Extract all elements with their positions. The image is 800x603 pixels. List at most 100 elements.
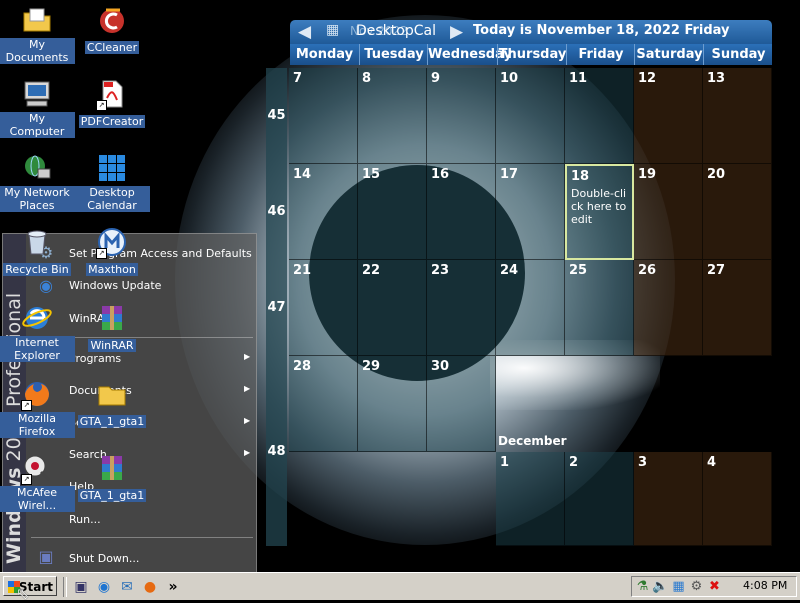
week-number: 48 <box>267 444 286 459</box>
day-cell[interactable]: 27 <box>703 260 772 356</box>
next-month-label: December <box>498 434 567 448</box>
week-number: 47 <box>267 300 286 315</box>
winrar-archive-icon <box>102 306 122 330</box>
day-cell[interactable]: 7 <box>289 68 358 164</box>
day-cell[interactable]: 14 <box>289 164 358 260</box>
menu-item-windows-update[interactable]: Windows Update <box>69 279 161 292</box>
menu-item-shut-down[interactable]: Shut Down... <box>69 552 139 565</box>
desktop-icon-mcafee[interactable]: ↗ McAfee Wirel... <box>0 452 75 513</box>
today-day-cell[interactable]: 18 Double-click here to edit <box>565 164 634 260</box>
desktop-icon-label: My Network Places <box>0 186 75 212</box>
desktop[interactable]: ◀ ▦ Nov 2022 DesktopCal ▶ Today is Novem… <box>0 0 800 572</box>
shortcut-arrow-icon: ↗ <box>21 474 32 485</box>
mouse-cursor-icon: ⬁ <box>16 584 30 603</box>
taskbar-separator <box>63 577 67 597</box>
calendar-grid-app-icon <box>99 155 125 181</box>
desktop-icon-label: My Documents <box>0 38 75 64</box>
desktop-icon-label: GTA_1_gta1 <box>77 415 147 428</box>
desktop-icon-my-network-places[interactable]: My Network Places <box>0 152 75 213</box>
day-cell[interactable]: 29 <box>358 356 427 452</box>
day-cell[interactable]: 12 <box>634 68 703 164</box>
day-cell[interactable]: 9 <box>427 68 496 164</box>
desktop-icon-label: CCleaner <box>84 41 140 54</box>
weekday-saturday: Saturday <box>634 44 704 65</box>
folder-icon <box>23 8 51 32</box>
network-tray-icon[interactable]: ⚗ <box>634 578 651 595</box>
submenu-arrow-icon: ▶ <box>244 416 251 425</box>
next-month-arrow-icon[interactable]: ▶ <box>450 21 463 43</box>
day-cell[interactable]: 25 <box>565 260 634 356</box>
day-cell[interactable]: 30 <box>427 356 496 452</box>
desktop-icon-label: WinRAR <box>88 339 136 352</box>
desktop-icon-label: My Computer <box>0 112 75 138</box>
desktop-icon-my-computer[interactable]: My Computer <box>0 78 75 139</box>
shortcut-arrow-icon: ↗ <box>96 100 107 111</box>
desktop-icon-pdfcreator[interactable]: ↗ PDFCreator <box>74 78 150 129</box>
desktop-icon-label: Desktop Calendar <box>74 186 150 212</box>
day-cell[interactable]: 11 <box>565 68 634 164</box>
quicklaunch-more-chevron-icon[interactable]: » <box>164 578 182 596</box>
next-month-day-cell[interactable]: 4 <box>703 452 772 546</box>
start-button[interactable]: Start <box>3 576 57 596</box>
desktop-icon-my-documents[interactable]: My Documents <box>0 4 75 65</box>
menu-item-run[interactable]: Run... <box>69 513 101 526</box>
desktop-icon-desktop-calendar[interactable]: Desktop Calendar <box>74 152 150 213</box>
disconnected-network-icon[interactable]: ✖ <box>706 578 723 595</box>
desktop-icon-label: Internet Explorer <box>0 336 75 362</box>
desktop-icon-label: Mozilla Firefox <box>0 412 75 438</box>
weekday-header-row: Monday Tuesday Wednesday Thursday Friday… <box>290 44 772 65</box>
internet-explorer-icon <box>22 307 52 329</box>
desktop-icon-maxthon[interactable]: ↗ Maxthon <box>74 226 150 277</box>
day-cell[interactable]: 16 <box>427 164 496 260</box>
weekday-sunday: Sunday <box>703 44 773 65</box>
windows-update-icon: ◉ <box>39 276 53 295</box>
next-month-day-cell[interactable]: 1 <box>496 452 565 546</box>
weekday-tuesday: Tuesday <box>359 44 428 65</box>
weekday-thursday: Thursday <box>497 44 567 65</box>
desktop-icon-mozilla-firefox[interactable]: ↗ Mozilla Firefox <box>0 378 75 439</box>
calendar-grid-icon[interactable]: ▦ <box>326 22 339 38</box>
day-cell[interactable]: 10 <box>496 68 565 164</box>
desktop-icon-recycle-bin[interactable]: Recycle Bin <box>0 226 75 277</box>
internet-explorer-quicklaunch-icon[interactable]: ◉ <box>95 578 113 596</box>
day-cell[interactable]: 8 <box>358 68 427 164</box>
calendar-tray-icon[interactable]: ▦ <box>670 578 687 595</box>
next-month-day-cell[interactable]: 3 <box>634 452 703 546</box>
menu-item-programs[interactable]: Programs ▶ <box>69 352 250 365</box>
desktop-icon-gta-archive[interactable]: GTA_1_gta1 <box>74 452 150 503</box>
menu-item-programs-label: Programs <box>69 352 122 365</box>
day-cell[interactable]: 28 <box>289 356 358 452</box>
day-cell[interactable]: 13 <box>703 68 772 164</box>
edit-hint-text: Double-click here to edit <box>571 187 627 226</box>
show-desktop-icon[interactable]: ▣ <box>72 578 90 596</box>
computer-icon <box>24 81 50 107</box>
day-cell[interactable]: 20 <box>703 164 772 260</box>
next-month-day-cell[interactable]: 2 <box>565 452 634 546</box>
prev-month-arrow-icon[interactable]: ◀ <box>298 21 311 43</box>
volume-speaker-icon[interactable]: 🔈 <box>652 578 669 595</box>
day-cell[interactable]: 22 <box>358 260 427 356</box>
network-globe-icon <box>25 155 51 179</box>
folder-icon <box>98 386 126 406</box>
taskbar-clock[interactable]: 4:08 PM <box>743 579 787 592</box>
day-cell[interactable]: 21 <box>289 260 358 356</box>
desktop-icon-internet-explorer[interactable]: Internet Explorer <box>0 302 75 363</box>
desktop-icon-label: Maxthon <box>86 263 138 276</box>
day-cell[interactable]: 23 <box>427 260 496 356</box>
desktop-icon-label: PDFCreator <box>78 115 146 128</box>
desktop-icon-winrar[interactable]: WinRAR <box>74 302 150 353</box>
desktop-icon-ccleaner[interactable]: CCleaner <box>74 4 150 55</box>
desktop-icon-gta-folder[interactable]: GTA_1_gta1 <box>74 378 150 429</box>
taskbar: Start ▣ ◉ ✉ ● » ⚗ 🔈 ▦ ⚙ ✖ 4:08 PM <box>0 572 800 600</box>
device-tray-icon[interactable]: ⚙ <box>688 578 705 595</box>
day-cell[interactable]: 15 <box>358 164 427 260</box>
menu-separator <box>31 537 253 538</box>
outlook-express-icon[interactable]: ✉ <box>118 578 136 596</box>
day-cell[interactable]: 24 <box>496 260 565 356</box>
day-cell[interactable]: 26 <box>634 260 703 356</box>
submenu-arrow-icon: ▶ <box>244 448 251 457</box>
firefox-quicklaunch-icon[interactable]: ● <box>141 578 159 596</box>
recycle-bin-icon <box>27 230 47 255</box>
day-cell[interactable]: 19 <box>634 164 703 260</box>
day-cell[interactable]: 17 <box>496 164 565 260</box>
